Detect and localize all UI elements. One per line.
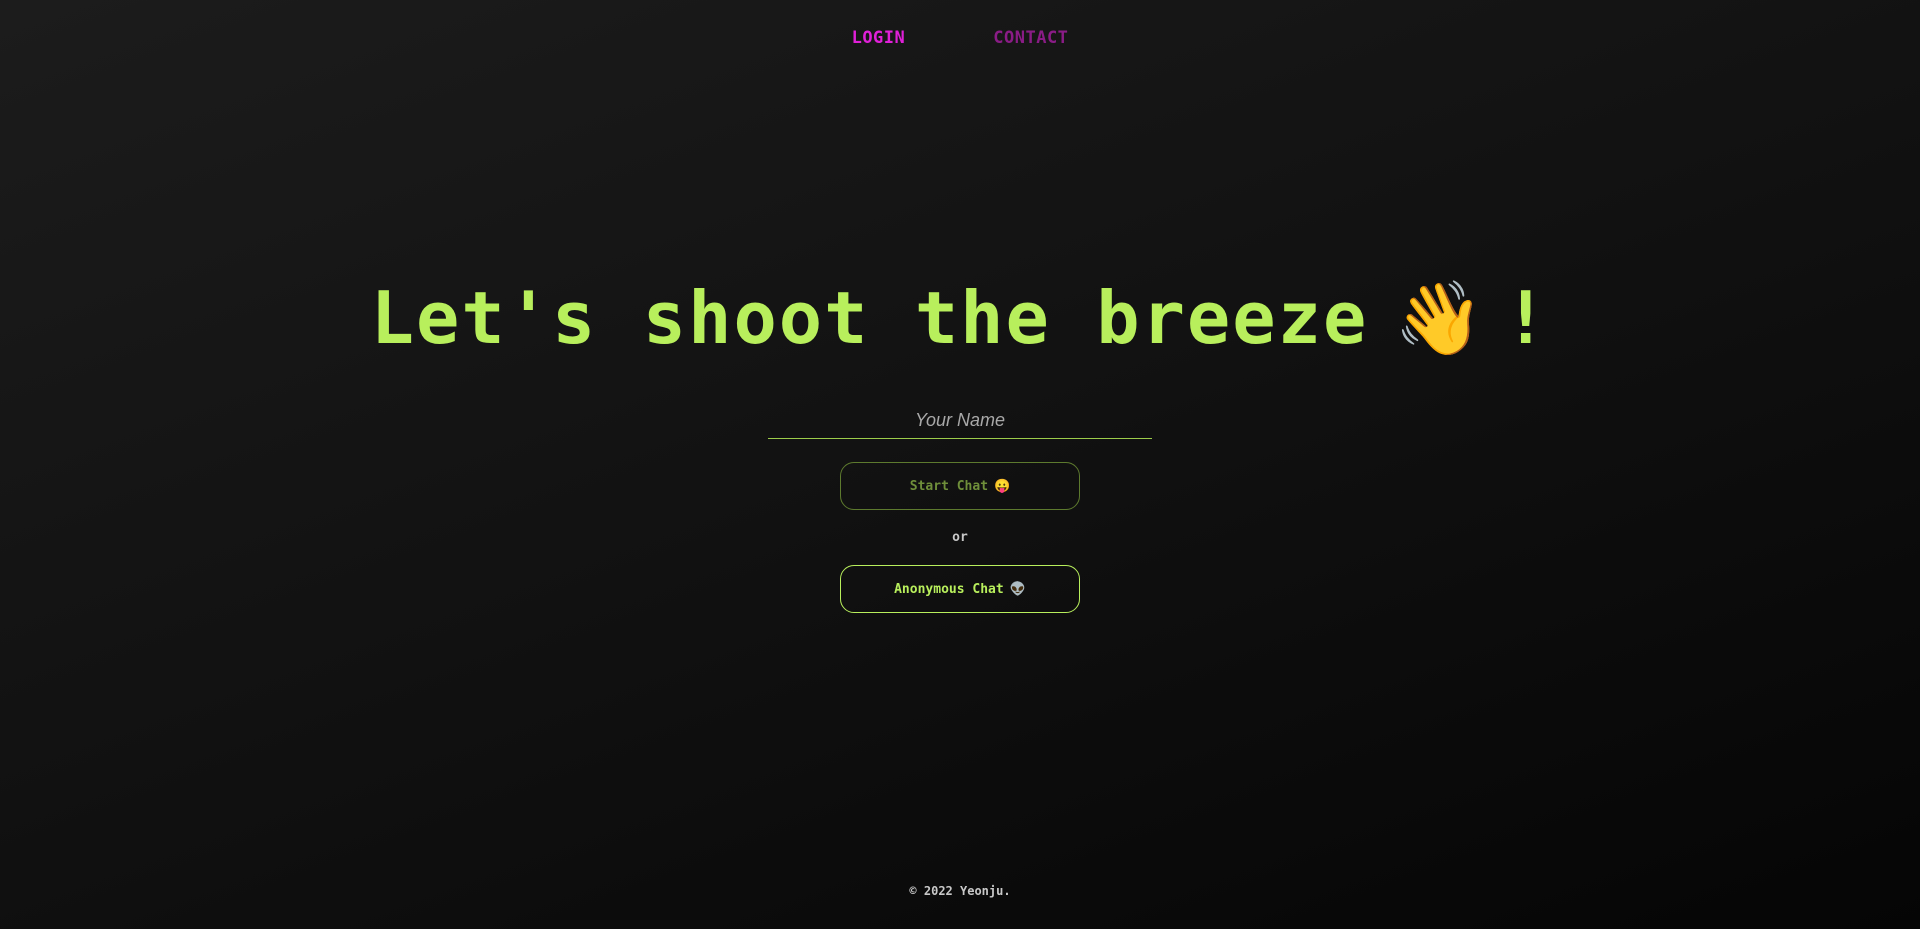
- top-nav: LOGIN CONTACT: [0, 28, 1920, 48]
- chat-start-form: Start Chat 😛 or Anonymous Chat 👽: [0, 402, 1920, 613]
- nav-contact-link[interactable]: CONTACT: [993, 28, 1068, 48]
- headline-exclamation: !: [1503, 276, 1550, 361]
- name-input[interactable]: [768, 402, 1152, 439]
- start-chat-button[interactable]: Start Chat 😛: [840, 462, 1080, 510]
- waving-hand-icon: 👋: [1394, 276, 1486, 361]
- hero-headline: Let's shoot the breeze 👋!: [0, 273, 1920, 363]
- tongue-face-icon: 😛: [994, 478, 1011, 494]
- start-chat-label: Start Chat: [909, 478, 989, 494]
- anonymous-chat-button[interactable]: Anonymous Chat 👽: [840, 565, 1080, 613]
- footer-copyright: © 2022 Yeonju.: [909, 884, 1011, 898]
- or-divider-text: or: [952, 530, 968, 545]
- alien-icon: 👽: [1009, 581, 1026, 597]
- nav-login-link[interactable]: LOGIN: [852, 28, 906, 48]
- anonymous-chat-label: Anonymous Chat: [894, 581, 1004, 597]
- headline-text: Let's shoot the breeze: [370, 276, 1369, 361]
